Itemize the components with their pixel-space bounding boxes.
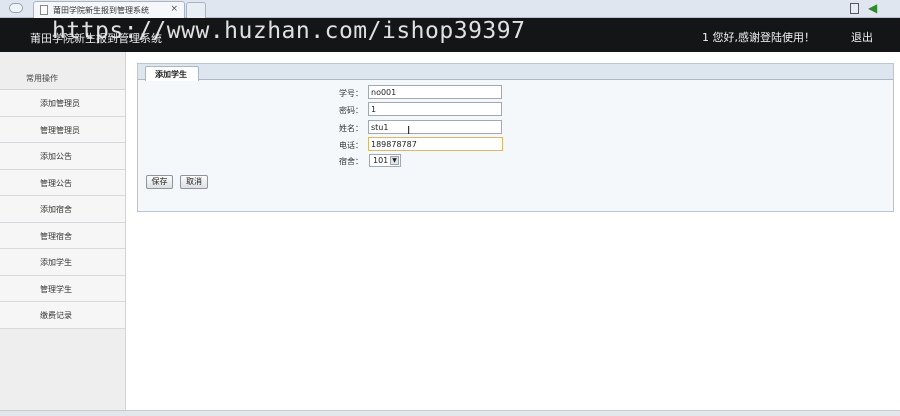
- cancel-button[interactable]: 取消: [180, 175, 208, 189]
- browser-tab-strip: 莆田学院新生报到管理系统 × ◀: [0, 0, 900, 18]
- page-icon[interactable]: [850, 3, 859, 14]
- sidebar-item-label: 添加宿舍: [40, 205, 72, 214]
- sidebar-item-add-dorm[interactable]: 添加宿舍: [0, 196, 125, 223]
- dorm-select-value: 101: [373, 156, 389, 165]
- password-input[interactable]: [368, 102, 502, 116]
- name-label: 姓名：: [339, 124, 363, 133]
- name-input[interactable]: [368, 120, 502, 134]
- text-cursor-icon: I: [407, 124, 411, 137]
- save-button[interactable]: 保存: [146, 175, 173, 189]
- sidebar-item-add-student[interactable]: 添加学生: [0, 249, 125, 276]
- close-tab-icon[interactable]: ×: [170, 4, 178, 14]
- sidebar-item-label: 添加管理员: [40, 99, 80, 108]
- sidebar: 常用操作 添加管理员 管理管理员 添加公告 管理公告 添加宿舍 管理宿舍 添加学…: [0, 52, 126, 416]
- add-student-panel: 添加学生: [137, 63, 894, 212]
- sidebar-item-add-admin[interactable]: 添加管理员: [0, 90, 125, 117]
- sidebar-item-payment-records[interactable]: 缴费记录: [0, 302, 125, 329]
- status-bar: [0, 410, 900, 416]
- app-header: 莆田学院新生报到管理系统 https://www.huzhan.com/isho…: [0, 18, 900, 52]
- sidebar-item-label: 添加公告: [40, 152, 72, 161]
- back-arrow-icon[interactable]: ◀: [868, 1, 877, 15]
- sidebar-heading: 常用操作: [0, 52, 125, 90]
- logout-link[interactable]: 退出: [851, 29, 873, 45]
- sidebar-item-label: 管理学生: [40, 284, 72, 294]
- password-label: 密码：: [339, 106, 363, 115]
- watermark-url: https://www.huzhan.com/ishop39397: [52, 18, 526, 44]
- document-icon: [40, 5, 48, 15]
- tab-add-student[interactable]: 添加学生: [145, 66, 199, 81]
- phone-input[interactable]: [368, 137, 503, 151]
- panel-tab-bar: 添加学生: [138, 64, 893, 81]
- cloud-icon[interactable]: [9, 3, 23, 13]
- sidebar-item-add-notice[interactable]: 添加公告: [0, 143, 125, 170]
- sidebar-heading-label: 常用操作: [26, 74, 58, 83]
- new-tab-button[interactable]: [186, 2, 206, 18]
- sidebar-item-label: 管理公告: [40, 178, 72, 188]
- sidebar-item-label: 添加学生: [40, 258, 72, 267]
- dorm-select[interactable]: 101 ▼: [369, 154, 401, 167]
- dorm-label: 宿舍：: [339, 157, 363, 166]
- sidebar-item-manage-dorm[interactable]: 管理宿舍: [0, 222, 125, 249]
- sidebar-item-manage-student[interactable]: 管理学生: [0, 275, 125, 302]
- sidebar-item-label: 管理管理员: [40, 125, 80, 135]
- sidebar-item-manage-admin[interactable]: 管理管理员: [0, 116, 125, 143]
- student-no-label: 学号：: [339, 89, 363, 98]
- sidebar-item-label: 管理宿舍: [40, 231, 72, 241]
- chevron-down-icon[interactable]: ▼: [390, 156, 399, 165]
- sidebar-item-manage-notice[interactable]: 管理公告: [0, 169, 125, 196]
- browser-tab[interactable]: 莆田学院新生报到管理系统 ×: [33, 1, 185, 18]
- sidebar-item-label: 缴费记录: [40, 311, 72, 320]
- welcome-text: 1 您好,感谢登陆使用！: [702, 31, 815, 44]
- phone-label: 电话：: [339, 141, 363, 150]
- tab-add-student-label: 添加学生: [155, 70, 187, 79]
- student-no-input[interactable]: [368, 85, 502, 99]
- browser-tab-title: 莆田学院新生报到管理系统: [53, 6, 149, 15]
